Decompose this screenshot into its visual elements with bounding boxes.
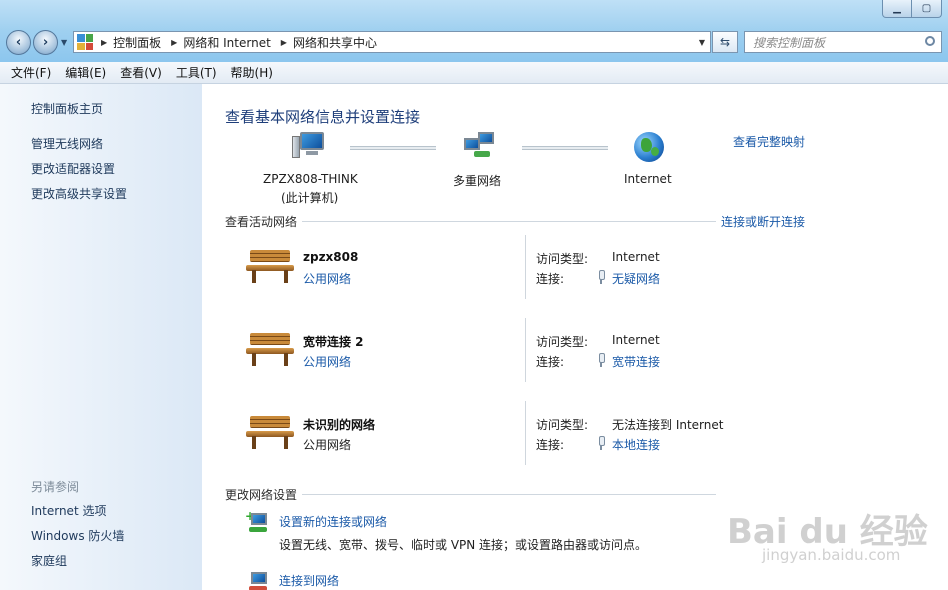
watermark-url: jingyan.baidu.com <box>762 546 901 564</box>
arrow-right-icon: › <box>42 35 49 50</box>
maximize-icon: ▢ <box>921 3 932 14</box>
maximize-button[interactable]: ▢ <box>912 0 942 18</box>
connection-label: 连接: <box>536 272 565 286</box>
map-connection-line <box>350 146 436 150</box>
connect-disconnect-link[interactable]: 连接或断开连接 <box>721 213 805 230</box>
connect-to-network-link[interactable]: 连接到网络 <box>279 572 339 589</box>
search-input[interactable]: 搜索控制面板 <box>744 31 942 53</box>
network-name: 未识别的网络 <box>303 418 376 432</box>
change-advanced-sharing-link[interactable]: 更改高级共享设置 <box>31 185 127 202</box>
view-full-map-link[interactable]: 查看完整映射 <box>733 133 805 150</box>
arrow-left-icon: ‹ <box>15 35 22 50</box>
network-type-link[interactable]: 公用网络 <box>303 270 351 287</box>
control-panel-icon <box>77 34 93 50</box>
breadcrumb-item-control-panel[interactable]: 控制面板 <box>113 34 161 51</box>
forward-button[interactable]: › <box>33 30 58 55</box>
network-type-label: 公用网络 <box>303 438 352 452</box>
search-icon[interactable] <box>925 36 935 46</box>
access-type-label: 访问类型: <box>536 252 589 266</box>
address-dropdown-icon[interactable]: ▼ <box>694 38 710 47</box>
network-name: zpzx808 <box>303 250 359 264</box>
connection-link[interactable]: 无疑网络 <box>612 270 660 287</box>
active-networks-heading: 查看活动网络 <box>225 215 298 229</box>
public-network-bench-icon <box>246 248 294 284</box>
multiple-networks-icon[interactable] <box>464 132 498 162</box>
local-connection-icon <box>597 436 605 450</box>
left-navigation-pane: 控制面板主页 管理无线网络 更改适配器设置 更改高级共享设置 另请参阅 Inte… <box>0 84 202 590</box>
windows-firewall-link[interactable]: Windows 防火墙 <box>31 527 124 544</box>
manage-wireless-networks-link[interactable]: 管理无线网络 <box>31 135 103 152</box>
map-connection-line <box>522 146 608 150</box>
vertical-divider <box>525 318 526 382</box>
access-type-value: Internet <box>612 250 660 264</box>
computer-name: ZPZX808-THINK <box>263 172 358 186</box>
minimize-icon: ▁ <box>893 3 901 14</box>
homegroup-link[interactable]: 家庭组 <box>31 552 67 569</box>
connection-link[interactable]: 宽带连接 <box>612 353 660 370</box>
internet-options-link[interactable]: Internet 选项 <box>31 502 106 519</box>
vertical-divider <box>525 235 526 299</box>
menu-edit[interactable]: 编辑(E) <box>58 64 113 81</box>
network-type-link[interactable]: 公用网络 <box>303 353 351 370</box>
change-adapter-settings-link[interactable]: 更改适配器设置 <box>31 160 115 177</box>
address-bar[interactable]: ▶ 控制面板 ▶ 网络和 Internet ▶ 网络和共享中心 ▼ <box>73 31 711 53</box>
internet-label: Internet <box>624 172 672 186</box>
wireless-connection-icon <box>597 270 605 284</box>
connection-label: 连接: <box>536 438 565 452</box>
new-connection-icon: + <box>245 510 271 533</box>
section-divider <box>302 221 716 222</box>
network-name: 宽带连接 2 <box>303 335 364 349</box>
control-panel-home-link[interactable]: 控制面板主页 <box>31 100 103 117</box>
connection-label: 连接: <box>536 355 565 369</box>
menu-help[interactable]: 帮助(H) <box>224 64 280 81</box>
setup-new-connection-desc: 设置无线、宽带、拨号、临时或 VPN 连接；或设置路由器或访问点。 <box>279 538 648 552</box>
refresh-icon: ⇆ <box>719 35 731 49</box>
breadcrumb-separator-icon: ▶ <box>280 37 287 47</box>
see-also-heading: 另请参阅 <box>31 480 80 494</box>
menu-view[interactable]: 查看(V) <box>113 64 169 81</box>
access-type-label: 访问类型: <box>536 418 589 432</box>
menu-file[interactable]: 文件(F) <box>0 64 58 81</box>
main-content: 查看基本网络信息并设置连接 查看完整映射 ZPZX808-THINK (此计算机… <box>202 84 948 590</box>
setup-new-connection-link[interactable]: 设置新的连接或网络 <box>279 513 387 530</box>
access-type-label: 访问类型: <box>536 335 589 349</box>
breadcrumb-separator-icon: ▶ <box>101 37 108 47</box>
change-settings-heading: 更改网络设置 <box>225 488 298 502</box>
menu-bar: 文件(F) 编辑(E) 查看(V) 工具(T) 帮助(H) <box>0 62 948 84</box>
window-chrome: ▁ ▢ ‹ › ▼ ▶ 控制面板 ▶ 网络和 Internet ▶ 网络和共享中… <box>0 0 948 62</box>
breadcrumb-item-network-internet[interactable]: 网络和 Internet <box>183 34 270 51</box>
access-type-value: 无法连接到 Internet <box>612 418 724 432</box>
breadcrumb-separator-icon: ▶ <box>171 37 178 47</box>
breadcrumb-item-network-sharing-center[interactable]: 网络和共享中心 <box>293 34 377 51</box>
menu-tools[interactable]: 工具(T) <box>169 64 224 81</box>
computer-icon <box>292 132 326 162</box>
access-type-value: Internet <box>612 333 660 347</box>
page-title: 查看基本网络信息并设置连接 <box>225 108 421 126</box>
public-network-bench-icon <box>246 331 294 367</box>
section-divider <box>302 494 716 495</box>
connection-link[interactable]: 本地连接 <box>612 436 660 453</box>
minimize-button[interactable]: ▁ <box>882 0 912 18</box>
broadband-connection-icon <box>597 353 605 367</box>
history-dropdown[interactable]: ▼ <box>61 38 67 47</box>
public-network-bench-icon <box>246 414 294 450</box>
search-placeholder: 搜索控制面板 <box>753 35 826 50</box>
chevron-down-icon: ▼ <box>61 38 68 47</box>
connect-to-network-icon <box>245 570 271 590</box>
window-controls: ▁ ▢ <box>882 0 942 18</box>
refresh-button[interactable]: ⇆ <box>712 31 738 53</box>
computer-sub-label: (此计算机) <box>281 191 339 205</box>
internet-globe-icon[interactable] <box>634 132 664 162</box>
vertical-divider <box>525 401 526 465</box>
back-button[interactable]: ‹ <box>6 30 31 55</box>
multiple-networks-label: 多重网络 <box>453 174 502 188</box>
